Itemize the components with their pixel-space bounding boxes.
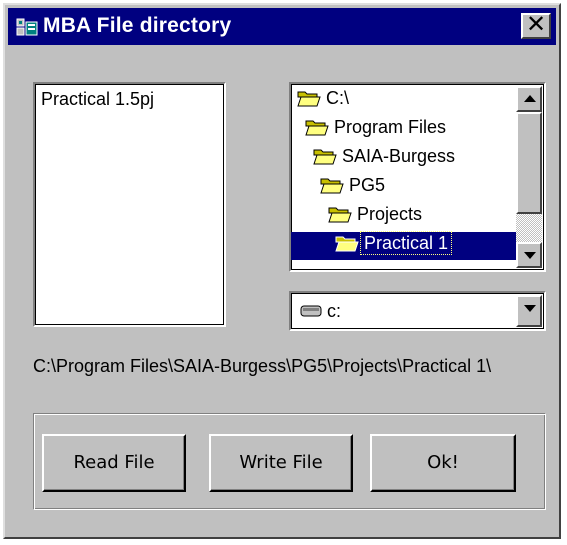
- close-button[interactable]: ✕: [521, 13, 551, 39]
- directory-item[interactable]: C:\: [297, 87, 352, 115]
- drive-select[interactable]: c:: [289, 291, 546, 331]
- open-folder-icon: [305, 120, 329, 136]
- directory-label: Program Files: [334, 116, 447, 137]
- file-list-item[interactable]: Practical 1.5pj: [41, 89, 154, 110]
- drive-value: c:: [327, 301, 342, 321]
- scroll-down-button[interactable]: [516, 242, 542, 268]
- close-icon: ✕: [525, 11, 547, 38]
- open-folder-icon: [320, 178, 344, 194]
- directory-item[interactable]: PG5: [320, 174, 388, 202]
- directory-item[interactable]: SAIA-Burgess: [313, 145, 458, 173]
- title-bar[interactable]: MBA File directory ✕: [8, 8, 556, 45]
- directory-label: C:\: [326, 87, 350, 108]
- read-file-button[interactable]: Read File: [42, 434, 186, 492]
- directory-label: PG5: [349, 174, 386, 195]
- scroll-up-button[interactable]: [516, 86, 542, 112]
- write-file-button[interactable]: Write File: [209, 434, 353, 492]
- directory-label: Practical 1: [359, 230, 453, 255]
- scroll-thumb[interactable]: [516, 112, 542, 214]
- window-title: MBA File directory: [43, 14, 232, 37]
- directory-item[interactable]: Program Files: [305, 116, 449, 144]
- open-folder-icon: [297, 91, 321, 107]
- directory-label: Projects: [357, 203, 423, 224]
- open-folder-icon: [335, 236, 359, 252]
- ok-button[interactable]: Ok!: [370, 434, 516, 492]
- open-folder-icon: [313, 149, 337, 165]
- directory-label: SAIA-Burgess: [342, 145, 456, 166]
- directory-tree[interactable]: C:\ Program Files SAIA-Burgess PG5 Proje…: [289, 82, 546, 272]
- current-path: C:\Program Files\SAIA-Burgess\PG5\Projec…: [33, 356, 492, 376]
- directory-item-selected[interactable]: Practical 1: [291, 230, 517, 260]
- chevron-down-icon: [524, 305, 536, 312]
- open-folder-icon: [328, 207, 352, 223]
- directory-item[interactable]: Projects: [328, 203, 425, 231]
- up-arrow-icon: [524, 95, 536, 102]
- app-icon: [16, 18, 38, 36]
- down-arrow-icon: [524, 252, 536, 259]
- directory-scrollbar[interactable]: [516, 86, 542, 268]
- drive-dropdown-button[interactable]: [516, 295, 542, 327]
- scroll-track[interactable]: [516, 214, 542, 242]
- drive-icon: [300, 305, 322, 317]
- file-list[interactable]: Practical 1.5pj: [33, 82, 226, 327]
